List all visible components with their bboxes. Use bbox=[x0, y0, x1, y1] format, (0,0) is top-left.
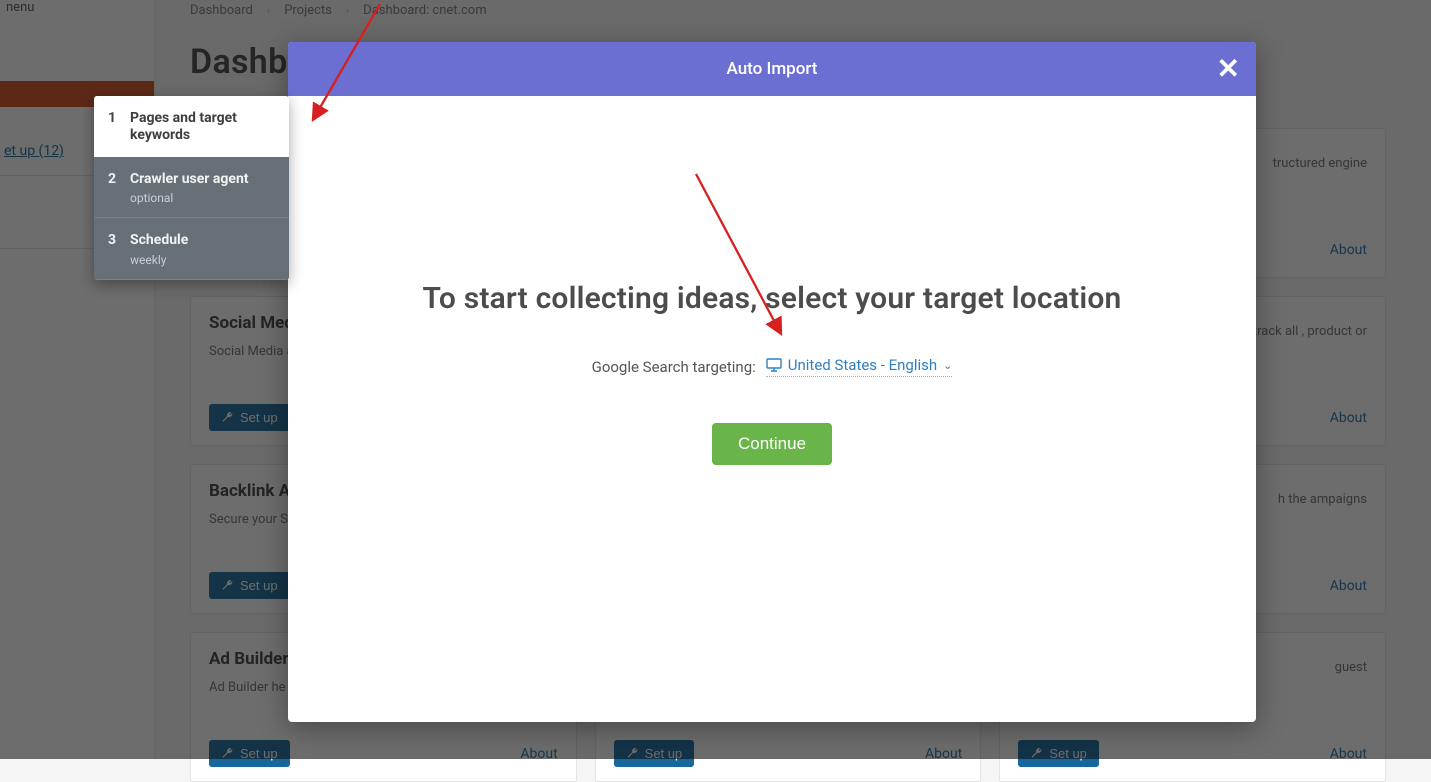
modal-body: To start collecting ideas, select your t… bbox=[288, 96, 1256, 722]
target-value: United States - English bbox=[788, 356, 937, 374]
step-number: 3 bbox=[108, 232, 130, 267]
modal-title: Auto Import bbox=[727, 59, 818, 79]
close-icon[interactable]: ✕ bbox=[1217, 55, 1240, 83]
step-title: Schedule bbox=[130, 232, 275, 249]
target-row: Google Search targeting: United States -… bbox=[592, 356, 953, 377]
modal-heading: To start collecting ideas, select your t… bbox=[423, 281, 1122, 316]
target-location-dropdown[interactable]: United States - English ⌄ bbox=[766, 356, 953, 377]
wizard-step-1[interactable]: 1 Pages and target keywords bbox=[94, 96, 289, 157]
desktop-icon bbox=[766, 358, 782, 372]
wizard-step-3[interactable]: 3 Schedule weekly bbox=[94, 218, 289, 280]
target-label: Google Search targeting: bbox=[592, 358, 756, 376]
step-subtitle: weekly bbox=[130, 253, 275, 267]
step-title: Crawler user agent bbox=[130, 171, 275, 188]
wizard-steps-panel: 1 Pages and target keywords 2 Crawler us… bbox=[94, 96, 289, 280]
wizard-step-2[interactable]: 2 Crawler user agent optional bbox=[94, 157, 289, 219]
auto-import-modal: Auto Import ✕ To start collecting ideas,… bbox=[288, 42, 1256, 722]
continue-button-label: Continue bbox=[738, 434, 806, 453]
step-title: Pages and target keywords bbox=[130, 110, 275, 144]
modal-header: Auto Import ✕ bbox=[288, 42, 1256, 96]
continue-button[interactable]: Continue bbox=[712, 423, 832, 465]
step-subtitle: optional bbox=[130, 191, 275, 205]
chevron-down-icon: ⌄ bbox=[943, 359, 952, 372]
step-number: 1 bbox=[108, 110, 130, 144]
step-number: 2 bbox=[108, 171, 130, 206]
